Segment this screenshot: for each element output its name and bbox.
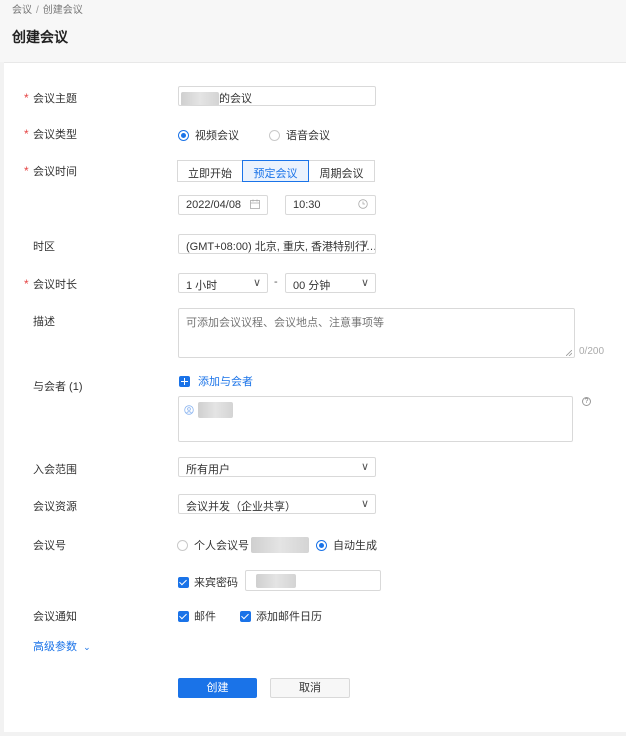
- blurred-participant-name: [198, 402, 233, 418]
- chevron-down-icon: ∨: [360, 461, 369, 473]
- add-participant-label: 添加与会者: [198, 376, 253, 388]
- time-picker[interactable]: 10:30: [285, 195, 376, 215]
- page-title: 创建会议: [12, 29, 68, 45]
- plus-icon: [179, 375, 190, 387]
- breadcrumb: 会议 / 创建会议: [12, 1, 83, 16]
- guest-password-input[interactable]: [245, 570, 381, 591]
- resize-handle-icon[interactable]: [566, 350, 572, 356]
- tab-recurring[interactable]: 周期会议: [308, 160, 375, 182]
- date-picker[interactable]: 2022/04/08: [178, 195, 268, 215]
- participant-chip[interactable]: [184, 402, 233, 418]
- duration-minutes-select[interactable]: 00 分钟 ∨: [285, 273, 376, 293]
- meeting-id-label: 会议号: [33, 540, 66, 552]
- blurred-personal-id: [251, 537, 309, 553]
- checkbox-checked-icon: [178, 610, 189, 622]
- participants-label: 与会者 (1): [33, 381, 83, 393]
- guest-password-checkbox[interactable]: 来宾密码: [178, 574, 238, 590]
- radio-empty-icon: [177, 539, 188, 551]
- timezone-value: (GMT+08:00) 北京, 重庆, 香港特别行…: [186, 241, 376, 253]
- required-marker: *: [24, 91, 29, 105]
- checkbox-checked-icon: [240, 610, 251, 622]
- duration-dash: -: [274, 276, 278, 288]
- blurred-username: [181, 92, 219, 105]
- timezone-label: 时区: [33, 241, 55, 253]
- scope-select[interactable]: 所有用户 ∨: [178, 457, 376, 477]
- chevron-down-icon: ∨: [252, 277, 261, 289]
- radio-selected-icon: [316, 539, 327, 551]
- radio-selected-icon: [178, 129, 189, 141]
- tab-start-now[interactable]: 立即开始: [177, 160, 243, 182]
- user-icon: [184, 405, 194, 415]
- type-video-label: 视频会议: [195, 130, 239, 142]
- create-button[interactable]: 创建: [178, 678, 257, 698]
- advanced-params-label: 高级参数: [33, 641, 77, 653]
- cancel-button[interactable]: 取消: [270, 678, 350, 698]
- resource-select[interactable]: 会议并发（企业共享） ∨: [178, 494, 376, 514]
- resource-value: 会议并发（企业共享）: [186, 501, 296, 513]
- description-textarea[interactable]: [178, 308, 575, 358]
- type-video-radio[interactable]: 视频会议: [178, 127, 239, 143]
- time-mode-segmented: 立即开始 预定会议 周期会议: [177, 160, 375, 182]
- type-voice-radio[interactable]: 语音会议: [269, 127, 330, 143]
- duration-minutes-value: 00 分钟: [293, 280, 331, 292]
- required-marker: *: [24, 277, 29, 291]
- scope-value: 所有用户: [186, 464, 230, 476]
- tab-scheduled[interactable]: 预定会议: [242, 160, 309, 182]
- duration-label: 会议时长: [33, 279, 77, 291]
- duration-hours-value: 1 小时: [186, 280, 218, 292]
- checkbox-checked-icon: [178, 576, 189, 588]
- meeting-id-auto-radio[interactable]: 自动生成: [316, 537, 377, 553]
- notify-label: 会议通知: [33, 611, 77, 623]
- description-label: 描述: [33, 316, 55, 328]
- subject-value-suffix: 的会议: [219, 93, 252, 105]
- guest-password-label: 来宾密码: [194, 577, 238, 589]
- description-counter: 0/200: [579, 346, 605, 357]
- advanced-params-toggle[interactable]: 高级参数 ⌄: [33, 638, 91, 654]
- date-value: 2022/04/08: [186, 199, 242, 211]
- scope-label: 入会范围: [33, 464, 77, 476]
- chevron-down-icon: ∨: [360, 238, 369, 250]
- help-icon[interactable]: ?: [582, 397, 591, 406]
- participants-box[interactable]: [178, 396, 573, 442]
- meeting-id-auto-label: 自动生成: [333, 540, 377, 552]
- chevron-down-icon: ⌄: [83, 642, 91, 652]
- chevron-down-icon: ∨: [360, 498, 369, 510]
- resource-label: 会议资源: [33, 501, 77, 513]
- notify-calendar-checkbox[interactable]: 添加邮件日历: [240, 608, 322, 624]
- time-label: 会议时间: [33, 166, 77, 178]
- subject-input[interactable]: 的会议: [178, 86, 376, 106]
- meeting-id-personal-label: 个人会议号: [194, 540, 249, 552]
- time-value: 10:30: [293, 199, 321, 211]
- breadcrumb-item-meetings[interactable]: 会议: [12, 1, 32, 16]
- chevron-down-icon: ∨: [360, 277, 369, 289]
- calendar-icon: [250, 199, 260, 209]
- add-participant-button[interactable]: 添加与会者: [179, 373, 253, 389]
- subject-label: 会议主题: [33, 93, 77, 105]
- notify-calendar-label: 添加邮件日历: [256, 611, 322, 623]
- required-marker: *: [24, 164, 29, 178]
- required-marker: *: [24, 127, 29, 141]
- breadcrumb-item-create: 创建会议: [42, 5, 83, 16]
- page-header: 会议 / 创建会议 创建会议: [0, 0, 626, 62]
- duration-hours-select[interactable]: 1 小时 ∨: [178, 273, 268, 293]
- notify-email-checkbox[interactable]: 邮件: [178, 608, 216, 624]
- clock-icon: [358, 199, 368, 209]
- type-voice-label: 语音会议: [286, 130, 330, 142]
- notify-email-label: 邮件: [194, 611, 216, 623]
- radio-empty-icon: [269, 129, 280, 141]
- breadcrumb-separator: /: [36, 5, 39, 16]
- meeting-id-personal-radio[interactable]: 个人会议号: [177, 537, 309, 553]
- blurred-password: [256, 574, 296, 588]
- type-label: 会议类型: [33, 129, 77, 141]
- timezone-select[interactable]: (GMT+08:00) 北京, 重庆, 香港特别行… ∨: [178, 234, 376, 254]
